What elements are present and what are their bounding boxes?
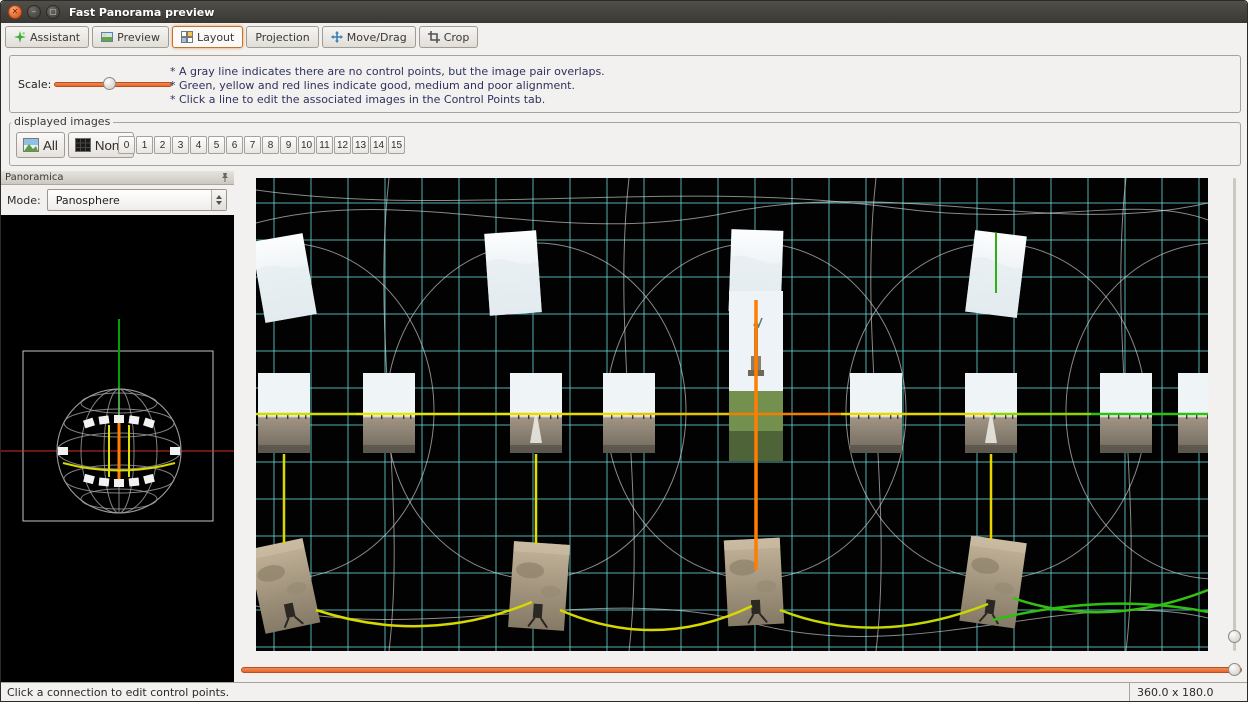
scale-slider-handle[interactable] [103, 77, 116, 90]
tab-label: Move/Drag [347, 31, 407, 44]
image-toggle-10[interactable]: 10 [298, 136, 315, 154]
minimize-button[interactable]: – [27, 5, 41, 19]
image-toggle-11[interactable]: 11 [316, 136, 333, 154]
scale-slider[interactable] [54, 76, 172, 92]
crop-icon [428, 31, 440, 43]
pin-icon[interactable] [220, 172, 230, 183]
displayed-images-label: displayed images [11, 115, 113, 128]
info-note-line: * Click a line to edit the associated im… [170, 93, 605, 107]
tab-label: Preview [117, 31, 160, 44]
image-toggle-14[interactable]: 14 [370, 136, 387, 154]
maximize-button[interactable]: ▢ [46, 5, 60, 19]
tab-move-drag[interactable]: Move/Drag [322, 26, 416, 48]
show-all-label: All [43, 138, 58, 153]
vertical-scrollbar-handle[interactable] [1228, 630, 1241, 643]
image-toggle-0[interactable]: 0 [118, 136, 135, 154]
tab-label: Crop [444, 31, 470, 44]
close-button[interactable]: ✕ [8, 5, 22, 19]
image-toggle-7[interactable]: 7 [244, 136, 261, 154]
tab-crop[interactable]: Crop [419, 26, 479, 48]
vertical-scrollbar-track[interactable] [1233, 178, 1236, 651]
tab-assistant[interactable]: Assistant [5, 26, 89, 48]
status-bar: Click a connection to edit control point… [1, 682, 1247, 701]
titlebar[interactable]: ✕ – ▢ Fast Panorama preview [1, 1, 1247, 23]
tab-projection[interactable]: Projection [246, 26, 318, 48]
mode-label: Mode: [7, 194, 41, 207]
scale-label: Scale: [18, 78, 51, 91]
projection-size: 360.0 x 180.0 [1129, 683, 1247, 701]
panosphere-preview[interactable] [1, 215, 234, 682]
show-all-button[interactable]: All [16, 132, 65, 158]
assistant-icon [14, 31, 26, 43]
mode-select-spinner[interactable] [211, 190, 226, 210]
window-title: Fast Panorama preview [69, 6, 214, 19]
status-message: Click a connection to edit control point… [1, 686, 229, 699]
image-toggle-4[interactable]: 4 [190, 136, 207, 154]
mode-select[interactable]: Panosphere [47, 189, 227, 211]
chevron-down-icon [216, 201, 222, 205]
image-toggle-13[interactable]: 13 [352, 136, 369, 154]
info-panel: Scale: * A gray line indicates there are… [9, 55, 1241, 113]
image-toggle-9[interactable]: 9 [280, 136, 297, 154]
image-toggle-8[interactable]: 8 [262, 136, 279, 154]
tab-label: Projection [255, 31, 309, 44]
app-window: ✕ – ▢ Fast Panorama preview Assistant Pre… [0, 0, 1248, 702]
mode-row: Mode: Panosphere [1, 185, 234, 215]
image-number-buttons: 0123456789101112131415 [118, 132, 405, 158]
horizontal-scrollbar[interactable] [241, 662, 1242, 677]
panorama-layout-canvas[interactable] [256, 178, 1208, 651]
move-drag-icon [331, 31, 343, 43]
panosphere-panel: Panoramica Mode: Panosphere [1, 171, 234, 682]
vertical-scrollbar[interactable] [1228, 178, 1242, 651]
panosphere-panel-header[interactable]: Panoramica [1, 171, 234, 185]
tab-label: Layout [197, 31, 234, 44]
displayed-images-frame: All None 0123456789101112131415 [9, 122, 1241, 166]
preview-icon [101, 31, 113, 43]
image-toggle-6[interactable]: 6 [226, 136, 243, 154]
image-toggle-2[interactable]: 2 [154, 136, 171, 154]
info-notes: * A gray line indicates there are no con… [170, 65, 605, 107]
horizontal-scrollbar-track[interactable] [241, 667, 1242, 673]
tab-layout[interactable]: Layout [172, 26, 243, 48]
tab-bar: Assistant Preview Layout Projection Move/Dra… [5, 26, 478, 50]
horizontal-scrollbar-handle[interactable] [1228, 663, 1241, 676]
info-note-line: * Green, yellow and red lines indicate g… [170, 79, 605, 93]
image-toggle-5[interactable]: 5 [208, 136, 225, 154]
tab-preview[interactable]: Preview [92, 26, 169, 48]
image-toggle-1[interactable]: 1 [136, 136, 153, 154]
image-toggle-3[interactable]: 3 [172, 136, 189, 154]
tab-label: Assistant [30, 31, 80, 44]
layout-icon [181, 31, 193, 43]
chevron-up-icon [216, 195, 222, 199]
panosphere-panel-title: Panoramica [5, 172, 64, 183]
canvas-area [234, 171, 1248, 682]
image-toggle-12[interactable]: 12 [334, 136, 351, 154]
no-images-icon [75, 138, 91, 152]
all-images-icon [23, 138, 39, 152]
image-toggle-15[interactable]: 15 [388, 136, 405, 154]
mode-value: Panosphere [48, 194, 120, 207]
info-note-line: * A gray line indicates there are no con… [170, 65, 605, 79]
